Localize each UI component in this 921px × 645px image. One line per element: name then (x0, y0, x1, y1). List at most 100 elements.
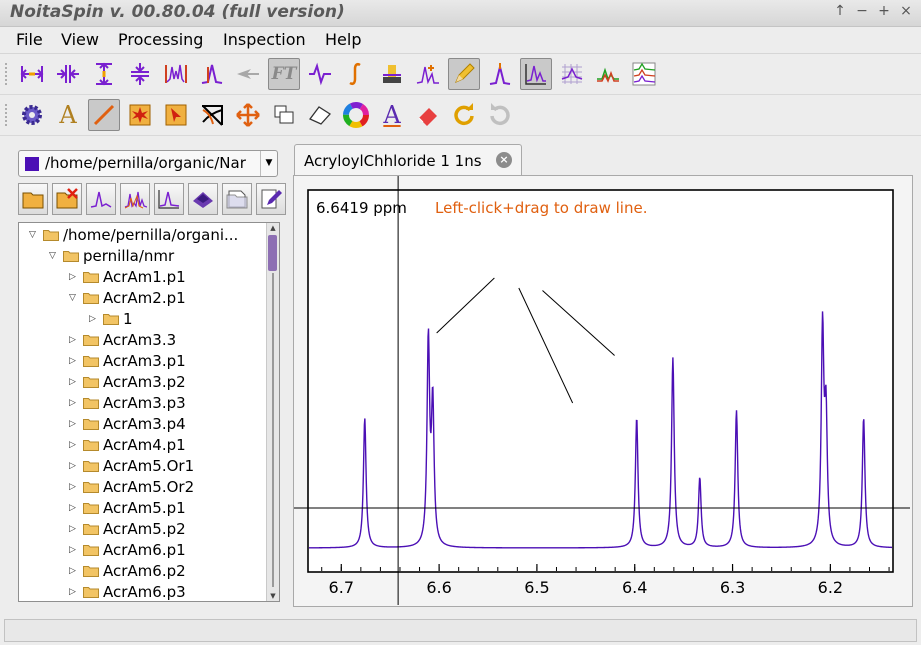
integral-button[interactable] (340, 58, 372, 90)
menu-help[interactable]: Help (325, 30, 361, 49)
select-tool-button[interactable] (160, 99, 192, 131)
peak-pick-button[interactable] (412, 58, 444, 90)
fourier-transform-icon: FT (271, 64, 297, 84)
menu-processing[interactable]: Processing (118, 30, 203, 49)
open-folder-button[interactable] (18, 183, 48, 215)
color-button[interactable] (340, 99, 372, 131)
collapsed-arrow-icon[interactable]: ▷ (69, 419, 76, 429)
collapsed-arrow-icon[interactable]: ▷ (69, 440, 76, 450)
tree-item[interactable]: ▷ AcrAm6.p1 (19, 540, 267, 561)
collapsed-arrow-icon[interactable]: ▷ (69, 482, 76, 492)
cross-tool-button[interactable] (196, 99, 228, 131)
polygon-tool-button[interactable] (304, 99, 336, 131)
tree-item[interactable]: ▽ AcrAm2.p1 (19, 288, 267, 309)
scroll-down-icon[interactable]: ▼ (267, 591, 279, 601)
vertical-compress-button[interactable] (124, 58, 156, 90)
spectrum-3d-button[interactable] (188, 183, 218, 215)
tree-item[interactable]: ▽ /home/pernilla/organi... (19, 225, 267, 246)
edit-file-button[interactable] (256, 183, 286, 215)
chevron-down-icon[interactable]: ▼ (260, 151, 277, 176)
redo-button[interactable] (448, 99, 480, 131)
window-maximize-button[interactable]: + (877, 3, 891, 19)
peak-label-button[interactable] (484, 58, 516, 90)
scroll-up-icon[interactable]: ▲ (267, 223, 279, 233)
stacked-spectra-button[interactable] (628, 58, 660, 90)
tree-item[interactable]: ▷ AcrAm3.3 (19, 330, 267, 351)
move-tool-button[interactable] (232, 99, 264, 131)
tree-item[interactable]: ▷ AcrAm5.Or2 (19, 477, 267, 498)
text-tool-button[interactable]: A (52, 99, 84, 131)
file-tree[interactable]: ▽ /home/pernilla/organi... ▽ pernilla/nmr ▷ A… (18, 222, 280, 602)
peak-zoom-button[interactable] (196, 58, 228, 90)
collapsed-arrow-icon[interactable]: ▷ (69, 503, 76, 513)
expanded-arrow-icon[interactable]: ▽ (29, 230, 36, 240)
tree-item[interactable]: ▷ AcrAm5.p1 (19, 498, 267, 519)
window-close-button[interactable]: × (899, 3, 913, 19)
baseline-button[interactable] (376, 58, 408, 90)
tree-item[interactable]: ▷ AcrAm6.p2 (19, 561, 267, 582)
tab-spectrum[interactable]: AcryloylChhloride 1 1ns × (294, 144, 522, 176)
tree-item[interactable]: ▷ 1 (19, 309, 267, 330)
collapsed-arrow-icon[interactable]: ▷ (69, 356, 76, 366)
horizontal-expand-button[interactable] (16, 58, 48, 90)
close-icon[interactable]: × (496, 152, 512, 168)
collapsed-arrow-icon[interactable]: ▷ (69, 335, 76, 345)
pencil-icon (455, 63, 475, 83)
menu-inspection[interactable]: Inspection (223, 30, 306, 49)
zoom-spectrum-button[interactable] (160, 58, 192, 90)
eraser-button[interactable] (412, 99, 444, 131)
collapsed-arrow-icon[interactable]: ▷ (89, 314, 96, 324)
refresh-button[interactable] (484, 99, 516, 131)
grid-spectrum-button[interactable] (556, 58, 588, 90)
tree-item[interactable]: ▷ AcrAm3.p4 (19, 414, 267, 435)
close-folder-button[interactable] (52, 183, 82, 215)
new-file-button[interactable] (222, 183, 252, 215)
tree-scrollbar[interactable]: ▲ ▼ (266, 223, 279, 601)
expanded-arrow-icon[interactable]: ▽ (69, 293, 76, 303)
window-minimize-button[interactable]: − (855, 3, 869, 19)
path-selector[interactable]: /home/pernilla/organic/Nar ▼ (18, 150, 278, 177)
scroll-thumb[interactable] (268, 235, 277, 271)
spectrum-chart[interactable]: 6.6419 ppm Left-click+drag to draw line.… (294, 176, 912, 606)
horizontal-compress-button[interactable] (52, 58, 84, 90)
menu-view[interactable]: View (61, 30, 99, 49)
settings-button[interactable] (16, 99, 48, 131)
expanded-arrow-icon[interactable]: ▽ (49, 251, 56, 261)
multi-spectrum-button[interactable] (120, 183, 150, 215)
collapsed-arrow-icon[interactable]: ▷ (69, 566, 76, 576)
collapsed-arrow-icon[interactable]: ▷ (69, 377, 76, 387)
fourier-transform-button[interactable]: FT (268, 58, 300, 90)
collapsed-arrow-icon[interactable]: ▷ (69, 461, 76, 471)
pencil-button[interactable] (448, 58, 480, 90)
collapsed-arrow-icon[interactable]: ▷ (69, 587, 76, 597)
arrow-pointer-button[interactable] (232, 58, 264, 90)
tree-item[interactable]: ▽ pernilla/nmr (19, 246, 267, 267)
redo-icon (454, 103, 474, 126)
spectrum-1d-button[interactable] (154, 183, 184, 215)
tree-item[interactable]: ▷ AcrAm3.p1 (19, 351, 267, 372)
toolbar-grip[interactable] (4, 62, 8, 86)
collapsed-arrow-icon[interactable]: ▷ (69, 545, 76, 555)
toolbar-grip[interactable] (4, 103, 8, 127)
collapsed-arrow-icon[interactable]: ▷ (69, 398, 76, 408)
tree-item[interactable]: ▷ AcrAm3.p2 (19, 372, 267, 393)
line-tool-button[interactable] (88, 99, 120, 131)
tree-item[interactable]: ▷ AcrAm1.p1 (19, 267, 267, 288)
tree-item[interactable]: ▷ AcrAm4.p1 (19, 435, 267, 456)
tree-item[interactable]: ▷ AcrAm5.Or1 (19, 456, 267, 477)
vertical-expand-button[interactable] (88, 58, 120, 90)
spectrum-view-button[interactable] (520, 58, 552, 90)
phase-button[interactable] (304, 58, 336, 90)
spectrum-file-button[interactable] (86, 183, 116, 215)
tree-item[interactable]: ▷ AcrAm6.p3 (19, 582, 267, 601)
rectangle-tool-button[interactable] (268, 99, 300, 131)
menu-file[interactable]: File (16, 30, 43, 49)
collapsed-arrow-icon[interactable]: ▷ (69, 524, 76, 534)
starburst-tool-button[interactable] (124, 99, 156, 131)
collapsed-arrow-icon[interactable]: ▷ (69, 272, 76, 282)
window-shade-button[interactable]: ↑ (833, 3, 847, 19)
overlay-spectrum-button[interactable] (592, 58, 624, 90)
font-style-button[interactable]: A (376, 99, 408, 131)
tree-item[interactable]: ▷ AcrAm3.p3 (19, 393, 267, 414)
tree-item[interactable]: ▷ AcrAm5.p2 (19, 519, 267, 540)
